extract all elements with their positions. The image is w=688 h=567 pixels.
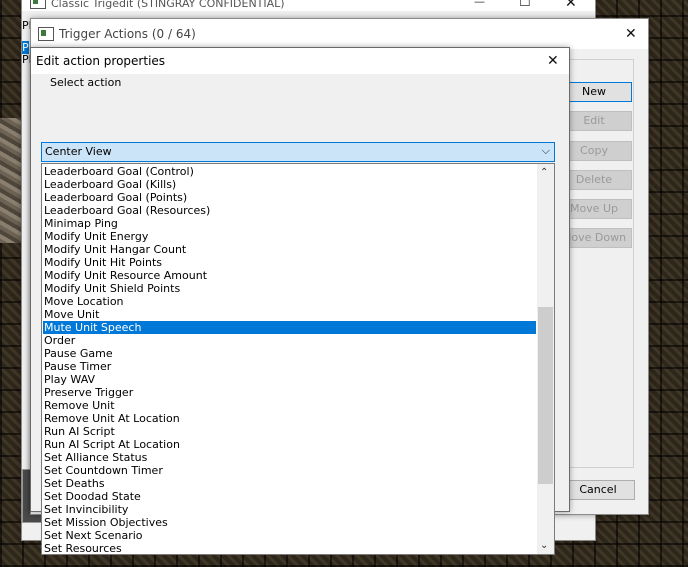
- scroll-down-icon[interactable]: ⌄: [540, 540, 548, 551]
- list-item[interactable]: Run AI Script: [43, 425, 536, 438]
- bg-close-icon[interactable]: ✕: [565, 0, 577, 12]
- list-item[interactable]: Modify Unit Hit Points: [43, 256, 536, 269]
- trigger-actions-title: Trigger Actions (0 / 64): [59, 27, 196, 41]
- select-action-label: Select action: [50, 76, 122, 89]
- scroll-up-icon[interactable]: ⌃: [540, 167, 548, 178]
- list-item[interactable]: Set Countdown Timer: [43, 464, 536, 477]
- list-item[interactable]: Leaderboard Goal (Kills): [43, 178, 536, 191]
- list-item[interactable]: Set Deaths: [43, 477, 536, 490]
- classic-trigedit-titlebar: Classic Trigedit (STINGRAY CONFIDENTIAL)…: [22, 0, 595, 11]
- trigger-actions-titlebar: Trigger Actions (0 / 64) ✕: [31, 19, 648, 49]
- list-item[interactable]: Mute Unit Speech: [43, 321, 536, 334]
- action-select-value: Center View: [45, 145, 112, 158]
- list-item[interactable]: Play WAV: [43, 373, 536, 386]
- list-item[interactable]: Set Invincibility: [43, 503, 536, 516]
- terrain-tile: [0, 118, 22, 243]
- list-item[interactable]: Remove Unit At Location: [43, 412, 536, 425]
- list-item[interactable]: Set Next Scenario: [43, 529, 536, 542]
- list-item[interactable]: Set Doodad State: [43, 490, 536, 503]
- list-item[interactable]: Set Alliance Status: [43, 451, 536, 464]
- list-item[interactable]: Modify Unit Shield Points: [43, 282, 536, 295]
- list-item[interactable]: Leaderboard Goal (Resources): [43, 204, 536, 217]
- chevron-down-icon[interactable]: ⌵: [542, 144, 550, 158]
- list-item[interactable]: Pause Timer: [43, 360, 536, 373]
- action-select[interactable]: Center View ⌵: [41, 142, 555, 162]
- list-item[interactable]: Remove Unit: [43, 399, 536, 412]
- list-item[interactable]: Move Unit: [43, 308, 536, 321]
- classic-trigedit-title: Classic Trigedit (STINGRAY CONFIDENTIAL): [51, 0, 285, 10]
- trigger-actions-close-icon[interactable]: ✕: [625, 25, 637, 43]
- list-scrollbar[interactable]: ⌃ ⌄: [537, 164, 554, 554]
- cancel-button[interactable]: Cancel: [561, 480, 635, 500]
- list-item[interactable]: Modify Unit Energy: [43, 230, 536, 243]
- scrollbar-thumb[interactable]: [538, 307, 553, 484]
- list-item[interactable]: Minimap Ping: [43, 217, 536, 230]
- app-icon: [38, 27, 54, 41]
- list-item[interactable]: Modify Unit Resource Amount: [43, 269, 536, 282]
- list-item[interactable]: Pause Game: [43, 347, 536, 360]
- list-item[interactable]: Set Mission Objectives: [43, 516, 536, 529]
- list-item[interactable]: Leaderboard Goal (Points): [43, 191, 536, 204]
- list-item[interactable]: Move Location: [43, 295, 536, 308]
- list-item[interactable]: Set Resources: [43, 542, 536, 554]
- app-icon: [30, 0, 46, 9]
- list-item[interactable]: Leaderboard Goal (Control): [43, 165, 536, 178]
- list-item[interactable]: Modify Unit Hangar Count: [43, 243, 536, 256]
- edit-action-titlebar: Edit action properties ✕: [31, 48, 569, 74]
- edit-action-dialog: Edit action properties ✕ Select action C…: [30, 47, 570, 555]
- edit-action-close-icon[interactable]: ✕: [547, 52, 559, 70]
- minimize-icon[interactable]: —: [474, 0, 485, 8]
- list-item[interactable]: Order: [43, 334, 536, 347]
- maximize-icon[interactable]: ☐: [519, 0, 531, 10]
- list-item[interactable]: Preserve Trigger: [43, 386, 536, 399]
- action-dropdown-list[interactable]: Leaderboard Goal (Control) Leaderboard Go…: [41, 163, 555, 555]
- edit-action-title: Edit action properties: [36, 54, 166, 68]
- list-item[interactable]: Run AI Script At Location: [43, 438, 536, 451]
